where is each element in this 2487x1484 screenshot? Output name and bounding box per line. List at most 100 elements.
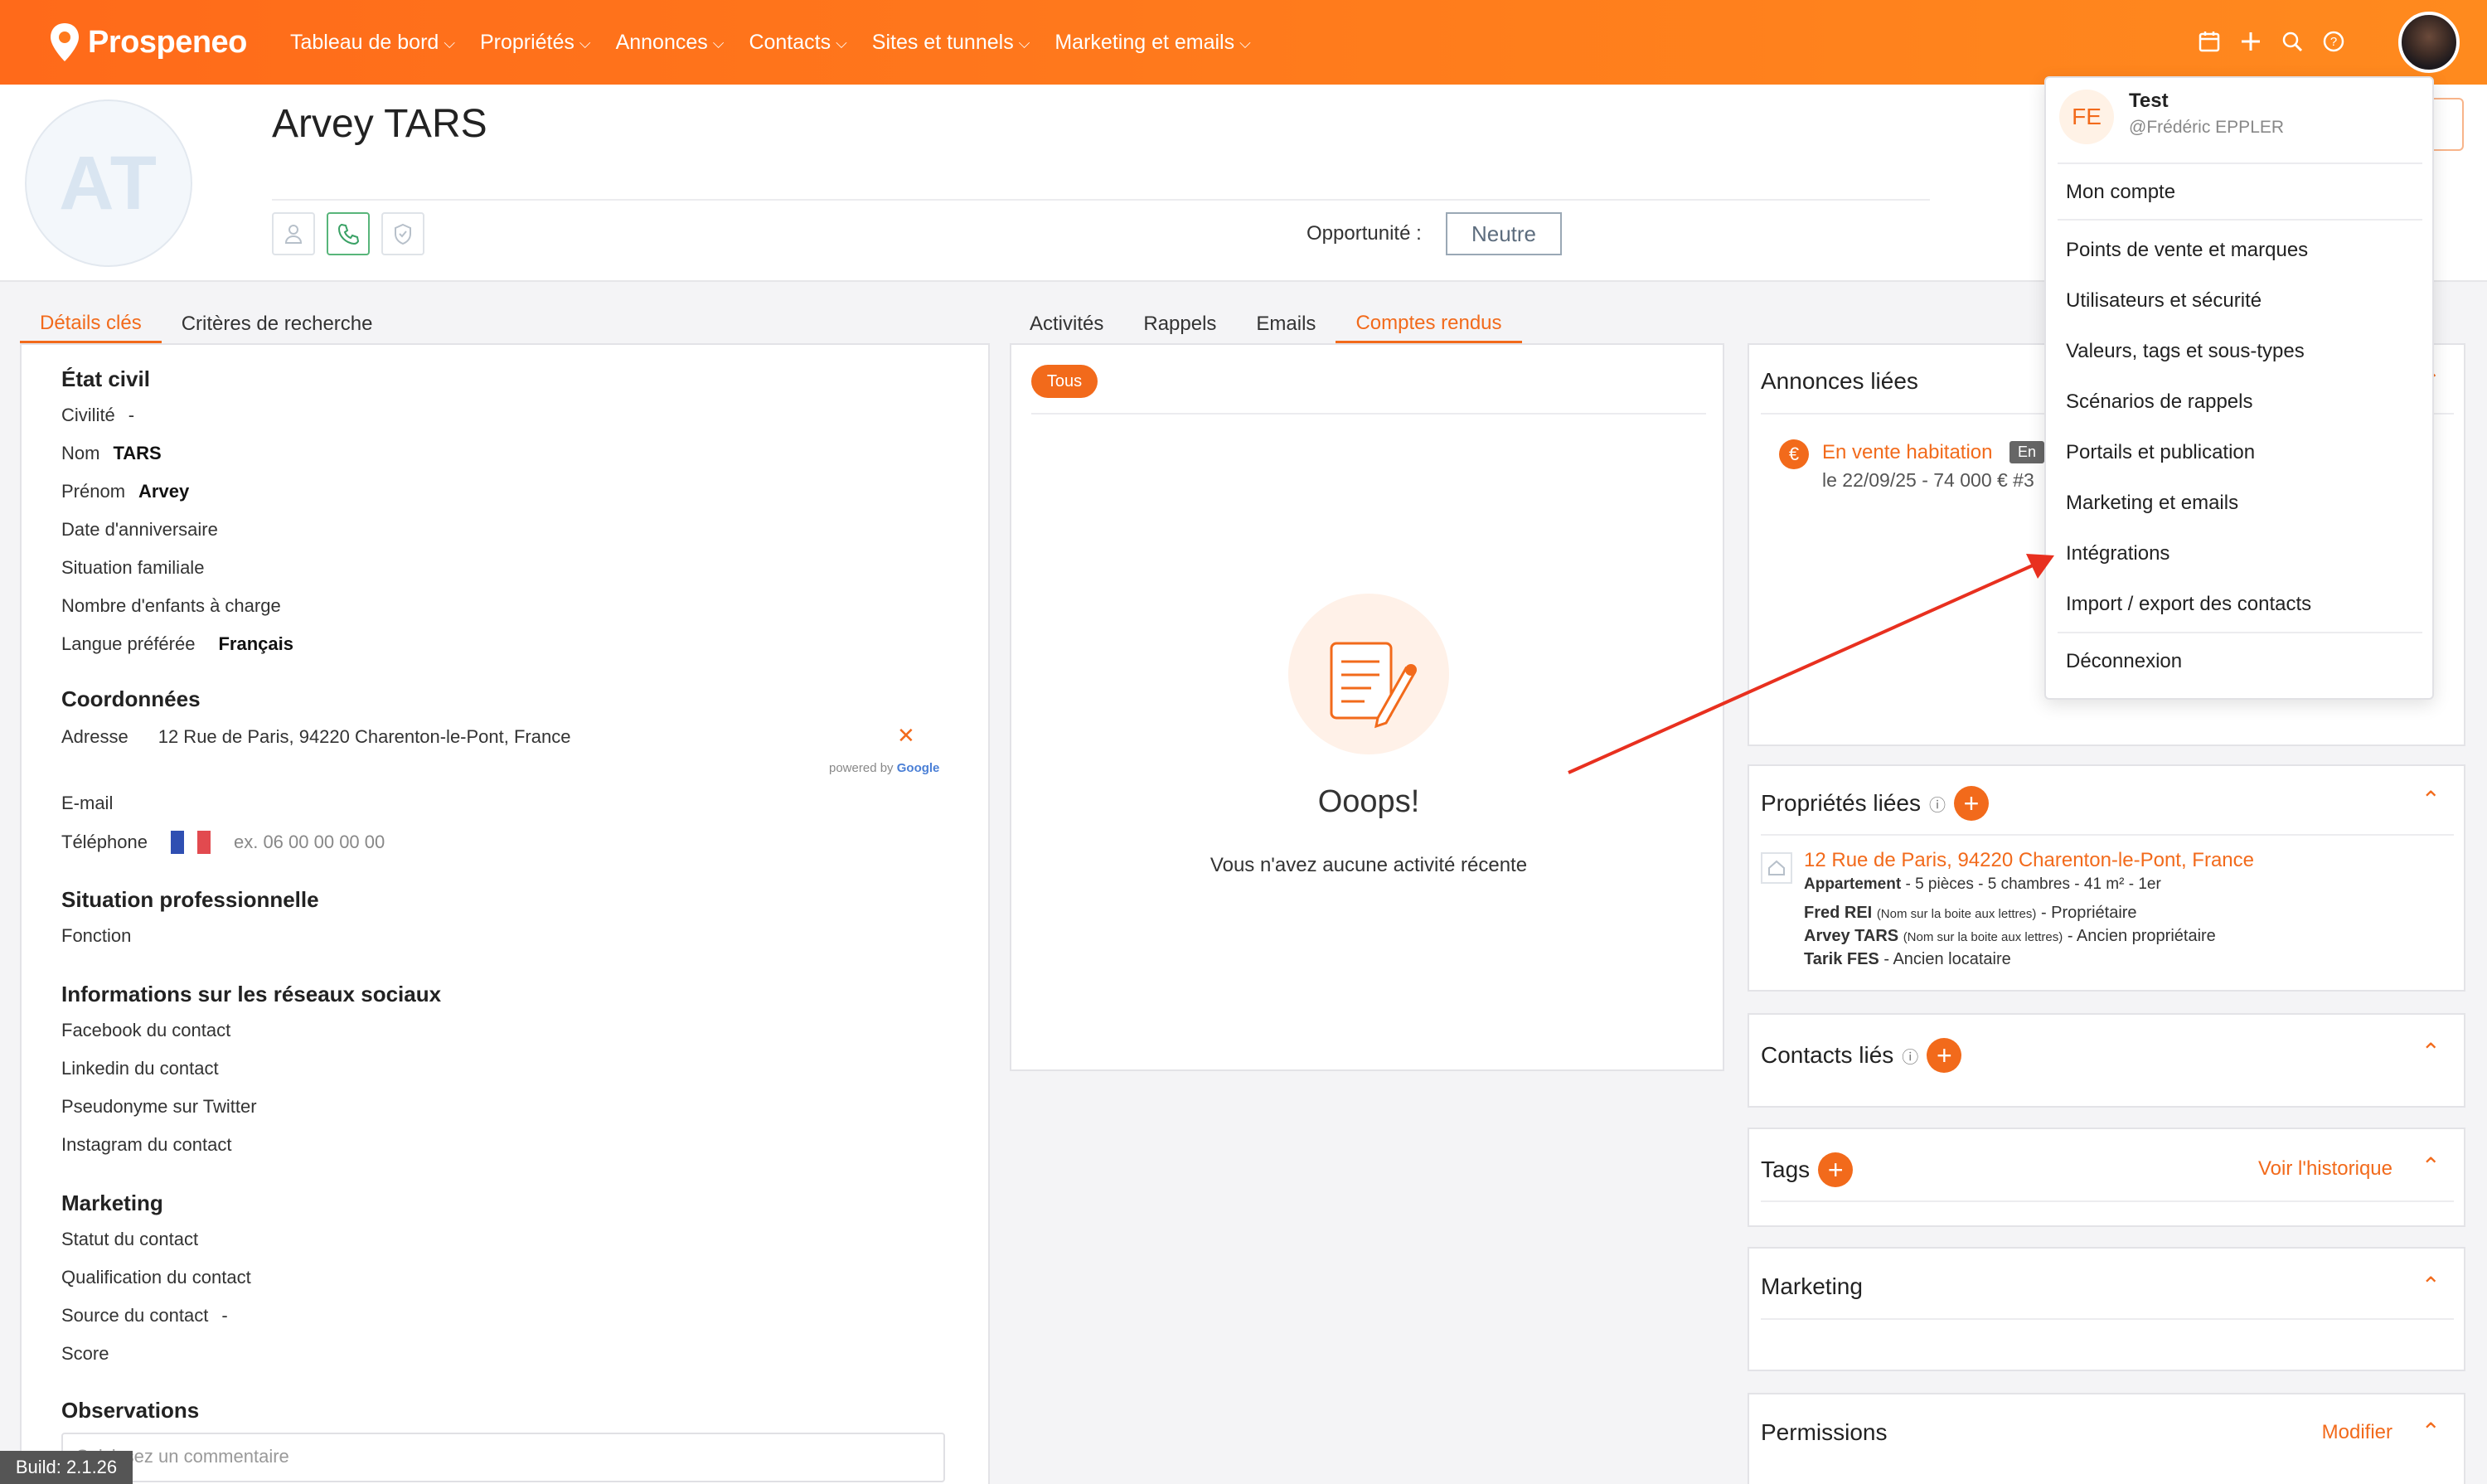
property-address-link[interactable]: 12 Rue de Paris, 94220 Charenton-le-Pont… [1804,849,2254,872]
opportunity-select[interactable]: Neutre [1446,212,1562,255]
field-facebook[interactable]: Facebook du contact [61,1020,230,1041]
nav-label: Tableau de bord [290,30,439,54]
nav-contacts[interactable]: Contacts ⌵ [749,31,846,55]
history-link[interactable]: Voir l'historique [2258,1157,2392,1181]
tab-activities[interactable]: Activités [1010,305,1123,343]
empty-state-text: Vous n'avez aucune activité récente [1210,854,1528,876]
panel-title: Marketing [1761,1273,1863,1299]
section-professional: Situation professionnelle [61,887,319,912]
add-tag-button[interactable]: + [1818,1152,1854,1187]
info-icon[interactable]: ⓘ [1929,792,1946,816]
flag-fr-icon[interactable] [170,831,211,854]
chevron-down-icon: ⌵ [836,34,847,51]
listing-status-badge: En [2009,441,2045,463]
nav-sites[interactable]: Sites et tunnels ⌵ [872,31,1030,55]
linked-contacts-panel: Contacts liés ⓘ + ⌃ [1748,1013,2465,1108]
listing-meta: le 22/09/25 - 74 000 € #3 [1822,469,2034,491]
field-children[interactable]: Nombre d'enfants à charge [61,595,281,617]
search-icon[interactable] [2278,27,2306,56]
nav-marketing[interactable]: Marketing et emails ⌵ [1054,31,1250,55]
panel-title: Contacts liés ⓘ + [1761,1038,1962,1073]
field-linkedin[interactable]: Linkedin du contact [61,1058,219,1079]
menu-item-users[interactable]: Utilisateurs et sécurité [2066,289,2262,313]
user-avatar[interactable] [2398,12,2460,73]
phone-button[interactable] [327,212,370,255]
euro-icon: € [1779,439,1809,469]
phone-input[interactable]: ex. 06 00 00 00 00 [234,832,385,853]
menu-item-reminders[interactable]: Scénarios de rappels [2066,390,2252,414]
shield-icon [395,223,411,245]
tab-search-criteria[interactable]: Critères de recherche [162,305,393,343]
field-twitter[interactable]: Pseudonyme sur Twitter [61,1096,257,1118]
section-contact-info: Coordonnées [61,686,201,711]
tab-key-details[interactable]: Détails clés [20,305,162,343]
field-score[interactable]: Score [61,1343,109,1365]
chevron-down-icon: ⌵ [1239,34,1251,51]
info-icon[interactable]: ⓘ [1902,1044,1918,1068]
field-language: Langue préférée Français [61,633,293,654]
field-phone: Téléphone ex. 06 00 00 00 00 [61,831,385,854]
menu-item-account[interactable]: Mon compte [2066,181,2175,204]
filter-all-button[interactable]: Tous [1031,365,1098,398]
opportunity-label: Opportunité : [1307,222,1422,245]
tab-reports[interactable]: Comptes rendus [1336,305,1522,343]
chevron-up-icon[interactable]: ⌃ [2422,1038,2441,1065]
property-person: Fred REI (Nom sur la boite aux lettres) … [1804,904,2137,922]
user-menu: FE Test @Frédéric EPPLER Mon compte Poin… [2044,76,2434,700]
section-social: Informations sur les réseaux sociaux [61,982,442,1006]
brand-logo[interactable]: Prospeneo [48,20,247,65]
chevron-down-icon: ⌵ [579,34,591,51]
field-email[interactable]: E-mail [61,793,113,814]
menu-item-logout[interactable]: Déconnexion [2066,650,2182,673]
nav-dashboard[interactable]: Tableau de bord ⌵ [290,31,455,55]
menu-item-outlets[interactable]: Points de vente et marques [2066,239,2308,262]
permissions-panel: Permissions Modifier ⌃ [1748,1393,2465,1484]
contact-avatar: AT [25,99,192,267]
divider [1761,1200,2454,1202]
menu-item-portals[interactable]: Portails et publication [2066,441,2255,464]
chevron-up-icon[interactable]: ⌃ [2422,1418,2441,1445]
document-pencil-icon [1330,642,1417,729]
menu-item-marketing[interactable]: Marketing et emails [2066,492,2238,515]
field-qualification[interactable]: Qualification du contact [61,1267,251,1288]
plus-icon[interactable] [2237,27,2265,56]
chevron-up-icon[interactable]: ⌃ [2422,786,2441,813]
nav-listings[interactable]: Annonces ⌵ [616,31,725,55]
nav-label: Annonces [615,30,708,54]
activity-tabs: Activités Rappels Emails Comptes rendus [1010,305,1522,343]
edit-permissions-link[interactable]: Modifier [2322,1421,2392,1444]
tab-emails[interactable]: Emails [1236,305,1336,343]
nav-properties[interactable]: Propriétés ⌵ [480,31,591,55]
nav-label: Marketing et emails [1054,30,1235,54]
field-status[interactable]: Statut du contact [61,1229,198,1250]
profile-button[interactable] [272,212,315,255]
menu-item-values[interactable]: Valeurs, tags et sous-types [2066,340,2305,363]
clear-address-icon[interactable]: ✕ [897,723,915,749]
field-instagram[interactable]: Instagram du contact [61,1134,231,1156]
add-property-button[interactable]: + [1953,786,1989,821]
menu-item-integrations[interactable]: Intégrations [2066,542,2169,565]
activity-panel: Tous Ooops! Vous n'avez aucune activité … [1010,343,1724,1071]
details-panel: État civil Civilité - Nom TARS Prénom Arvey… [20,343,990,1484]
listing-link[interactable]: En vente habitation [1822,441,1993,464]
menu-item-import-export[interactable]: Import / export des contacts [2066,593,2311,616]
field-family-status[interactable]: Situation familiale [61,557,204,579]
calendar-icon[interactable] [2195,27,2223,56]
tab-reminders[interactable]: Rappels [1123,305,1236,343]
security-button[interactable] [381,212,424,255]
chevron-up-icon[interactable]: ⌃ [2422,1272,2441,1299]
field-first-name: Prénom Arvey [61,481,190,502]
add-contact-button[interactable]: + [1927,1038,1962,1073]
help-icon[interactable]: ? [2320,27,2348,56]
chevron-up-icon[interactable]: ⌃ [2422,1152,2441,1180]
field-birthday[interactable]: Date d'anniversaire [61,519,218,541]
chevron-down-icon: ⌵ [1018,34,1030,51]
property-details: Appartement - 5 pièces - 5 chambres - 41… [1804,875,2161,893]
comment-input[interactable]: Saisissez un commentaire [61,1433,945,1482]
phone-icon [337,223,360,245]
user-icon [284,225,303,244]
nav-label: Propriétés [479,30,574,54]
field-civility: Civilité - [61,405,135,425]
field-function[interactable]: Fonction [61,925,131,947]
section-marketing: Marketing [61,1191,163,1215]
